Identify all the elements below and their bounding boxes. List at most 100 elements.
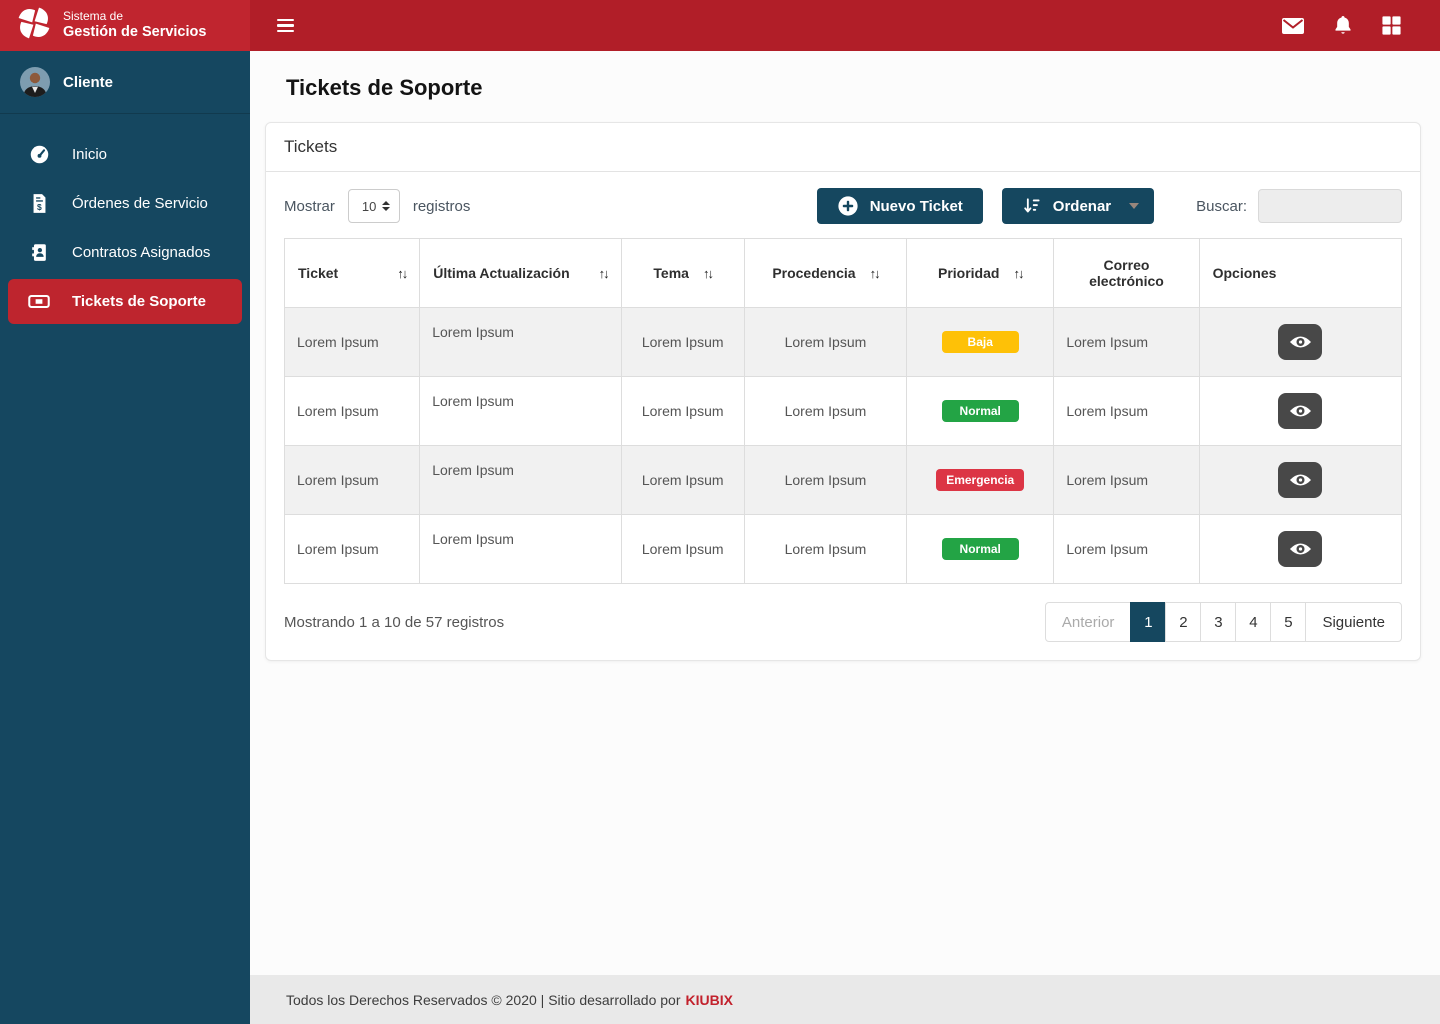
column-header-ticket[interactable]: Ticket ↑↓	[283, 238, 421, 308]
page-size-select[interactable]: 10	[347, 189, 400, 223]
menu-icon[interactable]	[273, 15, 298, 37]
sort-button-label: Ordenar	[1052, 197, 1112, 215]
cell-ticket: Lorem Ipsum	[283, 445, 421, 515]
cell-ticket: Lorem Ipsum	[283, 307, 421, 377]
card-title: Tickets	[266, 123, 1420, 172]
column-label: Ticket	[298, 265, 339, 281]
brand: Sistema de Gestión de Servicios	[0, 0, 250, 51]
records-summary: Mostrando 1 a 10 de 57 registros	[284, 613, 505, 631]
sort-icon[interactable]: ↑↓	[703, 266, 714, 281]
cell-topic: Lorem Ipsum	[620, 376, 745, 446]
avatar	[20, 67, 50, 97]
new-ticket-label: Nuevo Ticket	[869, 197, 963, 215]
sort-button[interactable]: Ordenar	[1001, 188, 1155, 224]
column-label: Correo electrónico	[1089, 257, 1164, 289]
tickets-card: Tickets Mostrar 10 registros Nuevo Ticke…	[265, 122, 1421, 661]
sidebar-item-label: Órdenes de Servicio	[72, 195, 208, 212]
mail-icon[interactable]	[1281, 16, 1305, 36]
new-ticket-button[interactable]: Nuevo Ticket	[816, 188, 983, 224]
view-ticket-button[interactable]	[1278, 393, 1323, 429]
column-label: Procedencia	[772, 265, 856, 281]
column-label: Tema	[653, 265, 689, 281]
show-label: Mostrar	[284, 197, 335, 215]
cell-priority: Emergencia	[906, 445, 1055, 515]
footer-brand-link[interactable]: KIUBIX	[686, 992, 733, 1008]
table-row: Lorem Ipsum Lorem Ipsum Lorem Ipsum Lore…	[283, 445, 1403, 515]
column-label: Prioridad	[937, 265, 1000, 281]
cell-last-update: Lorem Ipsum	[419, 307, 622, 377]
spinner-arrows-icon	[381, 201, 390, 211]
cell-last-update: Lorem Ipsum	[419, 445, 622, 515]
cell-priority: Baja	[906, 307, 1055, 377]
brand-line1: Sistema de	[63, 9, 124, 24]
page-size-value: 10	[361, 198, 377, 214]
view-ticket-button[interactable]	[1278, 324, 1323, 360]
brand-line2: Gestión de Servicios	[63, 24, 207, 41]
apps-grid-icon[interactable]	[1381, 15, 1402, 36]
column-header-last-update[interactable]: Última Actualización ↑↓	[419, 238, 622, 308]
table-row: Lorem Ipsum Lorem Ipsum Lorem Ipsum Lore…	[283, 307, 1403, 377]
pagination: Anterior 1 2 3 4 5 Siguiente	[1044, 602, 1402, 642]
column-header-options: Opciones	[1198, 238, 1403, 308]
cell-options	[1198, 307, 1403, 377]
priority-badge: Normal	[941, 400, 1019, 422]
priority-badge: Baja	[941, 331, 1019, 353]
cell-topic: Lorem Ipsum	[620, 445, 745, 515]
pagination-page-3[interactable]: 3	[1200, 602, 1237, 642]
records-label: registros	[412, 197, 471, 215]
bell-icon[interactable]	[1333, 15, 1353, 37]
table-row: Lorem Ipsum Lorem Ipsum Lorem Ipsum Lore…	[283, 514, 1403, 584]
page-footer: Todos los Derechos Reservados © 2020 | S…	[250, 975, 1440, 1024]
column-header-priority[interactable]: Prioridad ↑↓	[906, 238, 1055, 308]
sidebar-item-tickets-de-soporte[interactable]: Tickets de Soporte	[8, 279, 242, 324]
cell-ticket: Lorem Ipsum	[283, 514, 421, 584]
service-order-icon: $	[28, 193, 50, 214]
column-header-topic[interactable]: Tema ↑↓	[620, 238, 745, 308]
cell-email: Lorem Ipsum	[1053, 376, 1200, 446]
pagination-next[interactable]: Siguiente	[1305, 602, 1402, 642]
priority-badge: Emergencia	[936, 469, 1025, 491]
sort-icon[interactable]: ↑↓	[599, 266, 610, 281]
cell-options	[1198, 445, 1403, 515]
sidebar: Cliente Inicio $ Órdenes de Servicio Con…	[0, 51, 250, 1024]
sidebar-menu: Inicio $ Órdenes de Servicio Contratos A…	[0, 114, 250, 342]
cell-options	[1198, 376, 1403, 446]
column-header-source[interactable]: Procedencia ↑↓	[743, 238, 908, 308]
sidebar-item-label: Inicio	[72, 146, 108, 163]
cell-options	[1198, 514, 1403, 584]
sort-icon[interactable]: ↑↓	[397, 266, 408, 281]
priority-badge: Normal	[941, 538, 1019, 560]
eye-icon	[1289, 403, 1312, 419]
column-label: Opciones	[1212, 265, 1277, 281]
cell-source: Lorem Ipsum	[743, 307, 908, 377]
cell-email: Lorem Ipsum	[1053, 445, 1200, 515]
contracts-icon	[28, 242, 50, 263]
column-label: Última Actualización	[433, 265, 570, 281]
search-input[interactable]	[1258, 189, 1402, 223]
pagination-page-2[interactable]: 2	[1165, 602, 1202, 642]
pagination-page-5[interactable]: 5	[1270, 602, 1307, 642]
search-label: Buscar:	[1196, 197, 1247, 215]
cell-ticket: Lorem Ipsum	[283, 376, 421, 446]
sort-icon[interactable]: ↑↓	[1013, 266, 1024, 281]
eye-icon	[1289, 472, 1312, 488]
cell-last-update: Lorem Ipsum	[419, 376, 622, 446]
plus-circle-icon	[837, 195, 859, 217]
page-title: Tickets de Soporte	[286, 75, 483, 100]
sidebar-item-contratos-asignados[interactable]: Contratos Asignados	[0, 228, 250, 277]
view-ticket-button[interactable]	[1278, 531, 1323, 567]
sidebar-item-inicio[interactable]: Inicio	[0, 130, 250, 179]
view-ticket-button[interactable]	[1278, 462, 1323, 498]
sort-icon[interactable]: ↑↓	[870, 266, 881, 281]
cell-priority: Normal	[906, 514, 1055, 584]
column-header-email: Correo electrónico	[1053, 238, 1200, 308]
pagination-page-4[interactable]: 4	[1235, 602, 1272, 642]
sidebar-item-label: Contratos Asignados	[72, 244, 211, 261]
cell-topic: Lorem Ipsum	[620, 307, 745, 377]
pagination-prev[interactable]: Anterior	[1044, 602, 1132, 642]
sidebar-item-ordenes-de-servicio[interactable]: $ Órdenes de Servicio	[0, 179, 250, 228]
pagination-page-1[interactable]: 1	[1130, 602, 1167, 642]
svg-text:$: $	[36, 202, 41, 212]
sort-amount-icon	[1022, 196, 1042, 216]
table-toolbar: Mostrar 10 registros Nuevo Ticket Ordena…	[284, 188, 1402, 224]
